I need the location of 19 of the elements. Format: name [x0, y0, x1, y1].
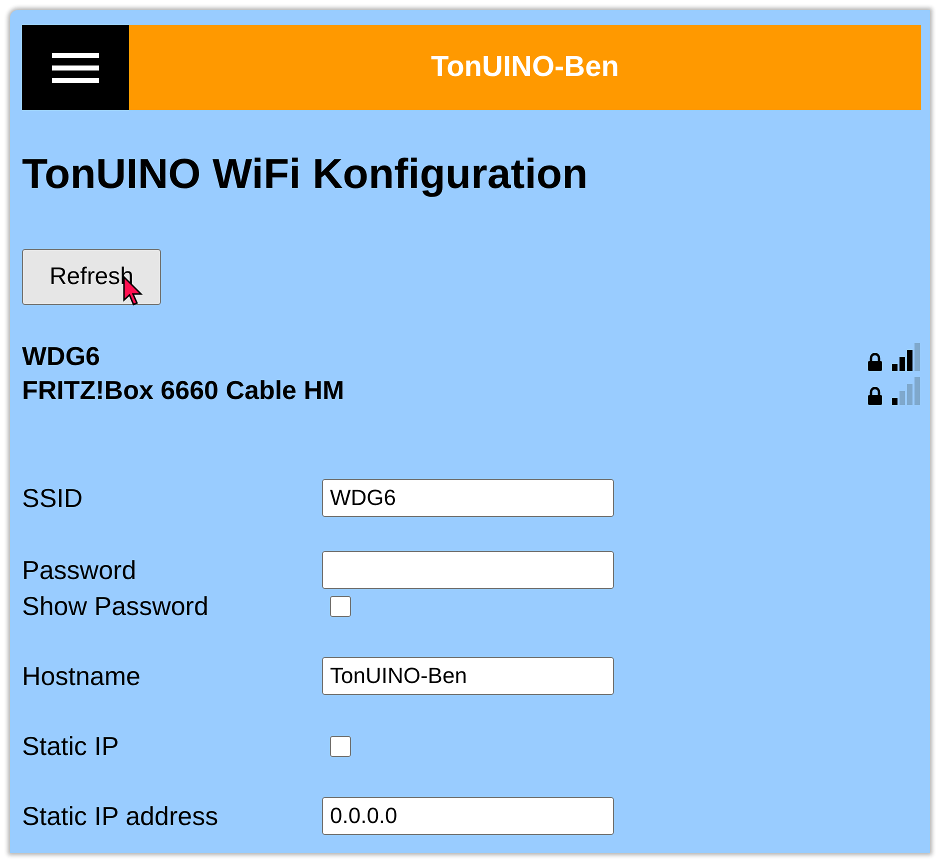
refresh-button[interactable]: Refresh [22, 249, 161, 305]
header-title: TonUINO-Ben [431, 51, 619, 84]
field-label: Static IP address [22, 800, 220, 832]
field-label: Password [22, 554, 138, 586]
menu-button[interactable] [22, 25, 129, 110]
input-field[interactable]: TonUINO-Ben [322, 657, 614, 695]
field-label: Hostname [22, 660, 142, 692]
input-field[interactable]: 0.0.0.0 [322, 797, 614, 835]
network-name[interactable]: FRITZ!Box 6660 Cable HM [22, 374, 868, 406]
checkbox[interactable] [330, 736, 351, 756]
input-field[interactable]: WDG6 [322, 479, 614, 517]
network-name[interactable]: WDG6 [22, 340, 868, 372]
field-label: Show Password [22, 590, 210, 622]
menu-icon [52, 52, 99, 82]
field-label: SSID [22, 482, 84, 514]
password-field[interactable] [322, 551, 614, 589]
page-title: TonUINO WiFi Konfiguration [22, 150, 589, 198]
checkbox[interactable] [330, 596, 351, 616]
field-label: Static IP [22, 730, 120, 762]
